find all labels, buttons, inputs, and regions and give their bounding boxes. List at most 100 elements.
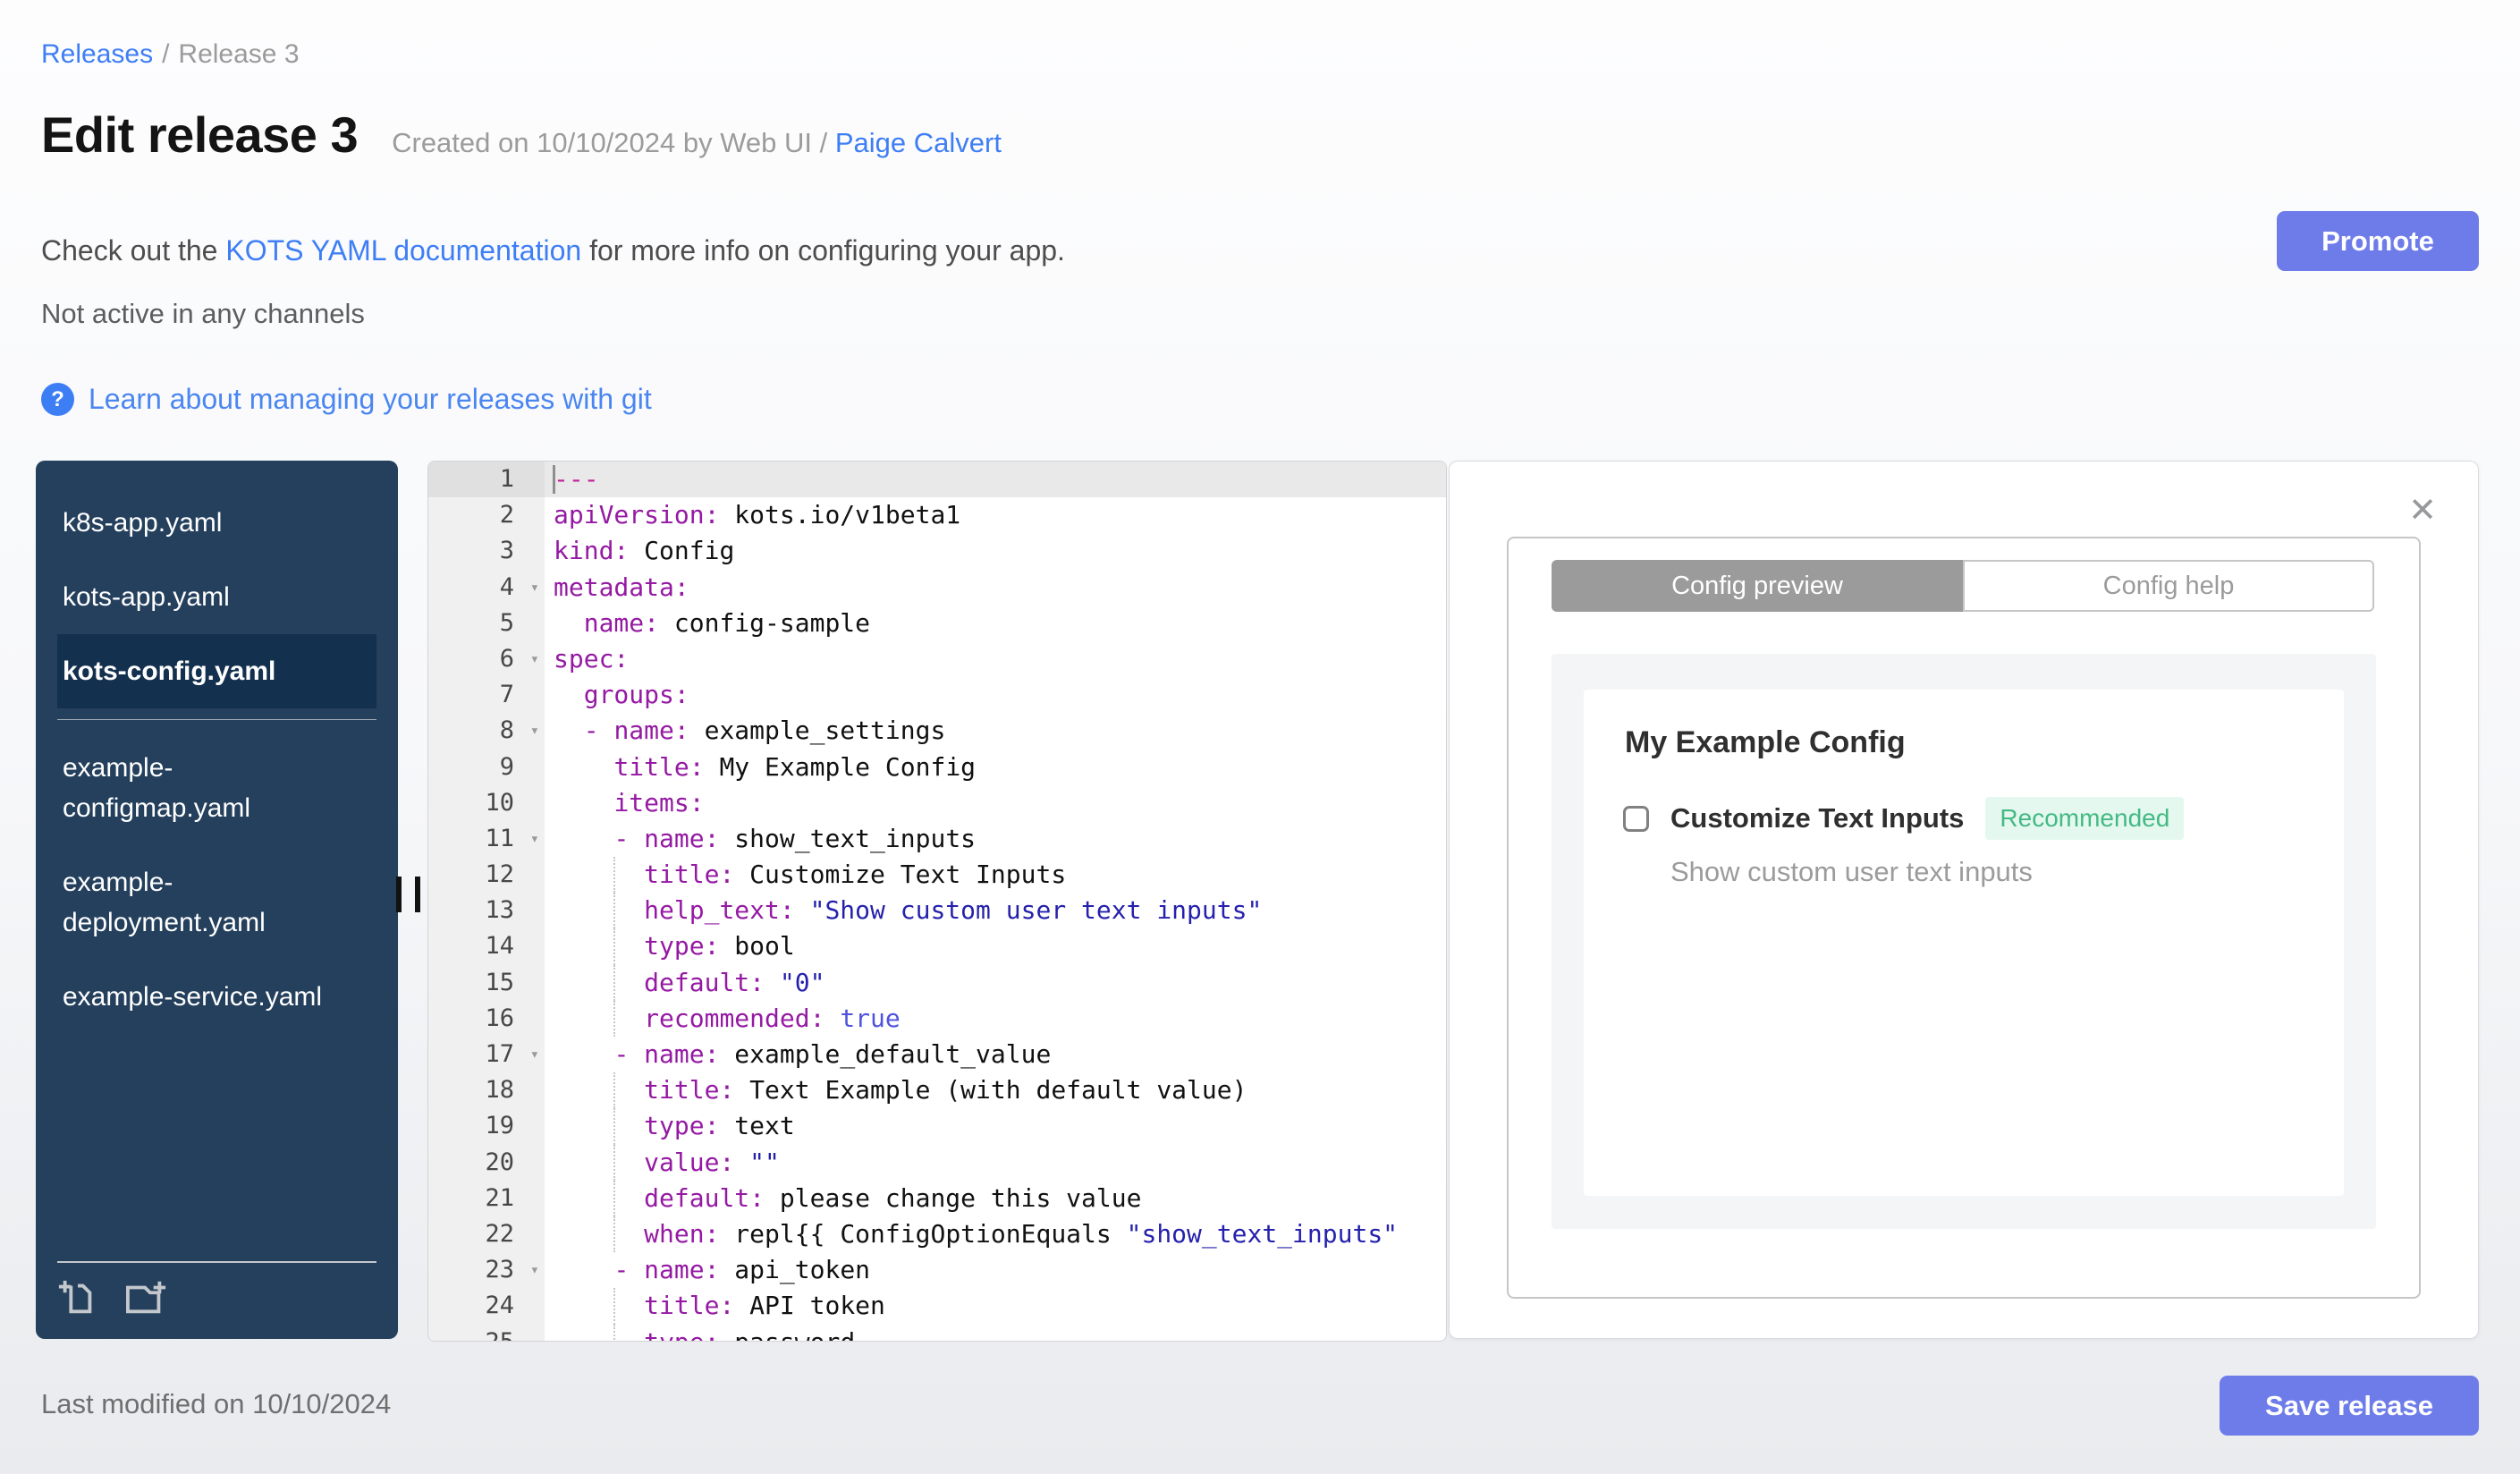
code-text: kind: Config (554, 536, 735, 566)
new-file-icon (57, 1280, 98, 1321)
code-line-2[interactable]: 2 apiVersion: kots.io/v1beta1 (428, 497, 1446, 534)
save-release-button[interactable]: Save release (2220, 1376, 2479, 1436)
sidebar-file-example-service.yaml[interactable]: example-service.yaml (57, 960, 376, 1034)
recommended-badge: Recommended (1985, 797, 2185, 840)
author-link[interactable]: Paige Calvert (835, 127, 1002, 158)
created-text: Created on 10/10/2024 by Web UI / (392, 127, 835, 158)
code-text: name: config-sample (583, 607, 871, 638)
config-preview-panel: ✕ Config preview Config help My Example C… (1449, 461, 2479, 1339)
code-text: default: please change this value (545, 1180, 1446, 1216)
new-file-button[interactable] (57, 1277, 98, 1321)
line-number: 8 ▾ (428, 713, 545, 750)
code-line-13[interactable]: 13 help_text: "Show custom user text inp… (428, 893, 1446, 929)
sidebar-file-kots-config.yaml[interactable]: kots-config.yaml (57, 634, 376, 708)
code-line-4[interactable]: 4 ▾ metadata: (428, 569, 1446, 606)
sidebar-file-k8s-app.yaml[interactable]: k8s-app.yaml (57, 486, 376, 560)
code-text: title: Text Example (with default value) (545, 1072, 1446, 1109)
line-number: 9 (428, 749, 545, 785)
config-group-title: My Example Config (1625, 725, 1906, 759)
sidebar-resize-handle[interactable] (396, 877, 420, 912)
code-line-20[interactable]: 20 value: "" (428, 1144, 1446, 1181)
code-line-23[interactable]: 23 ▾ - name: api_token (428, 1252, 1446, 1289)
code-line-14[interactable]: 14 type: bool (428, 928, 1446, 965)
breadcrumb-separator: / (162, 39, 170, 69)
line-number: 10 (428, 784, 545, 821)
fold-arrow-icon[interactable]: ▾ (530, 821, 539, 857)
customize-text-inputs-checkbox[interactable] (1623, 805, 1649, 832)
config-item-label: Customize Text Inputs (1670, 802, 1965, 834)
line-number: 25 (428, 1324, 545, 1341)
code-text: title: My Example Config (613, 751, 977, 782)
code-text: - name: api_token (613, 1255, 871, 1285)
git-help-link[interactable]: ? Learn about managing your releases wit… (41, 383, 652, 416)
fold-arrow-icon[interactable]: ▾ (530, 641, 539, 677)
last-modified: Last modified on 10/10/2024 (41, 1388, 392, 1419)
doc-text-after: for more info on configuring your app. (581, 234, 1065, 267)
line-number: 3 (428, 533, 545, 570)
config-item-row: Customize Text Inputs Recommended (1623, 797, 2185, 840)
code-line-1[interactable]: 1 --- (428, 462, 1446, 498)
fold-arrow-icon[interactable]: ▾ (530, 1037, 539, 1072)
line-number: 20 (428, 1144, 545, 1181)
fold-arrow-icon[interactable]: ▾ (530, 713, 539, 749)
sidebar-file-kots-app.yaml[interactable]: kots-app.yaml (57, 560, 376, 634)
code-line-19[interactable]: 19 type: text (428, 1108, 1446, 1145)
code-line-17[interactable]: 17 ▾ - name: example_default_value (428, 1037, 1446, 1073)
line-number: 15 (428, 964, 545, 1001)
code-line-9[interactable]: 9 title: My Example Config (428, 749, 1446, 785)
yaml-editor[interactable]: 1 --- 2 apiVersion: kots.io/v1beta1 3 kind: C… (427, 461, 1447, 1342)
code-text: recommended: true (545, 1000, 1446, 1037)
promote-button[interactable]: Promote (2277, 211, 2479, 271)
line-number: 16 (428, 1000, 545, 1037)
code-line-12[interactable]: 12 title: Customize Text Inputs (428, 857, 1446, 894)
line-number: 1 (428, 462, 545, 498)
sidebar-file-example-deployment.yaml[interactable]: example-deployment.yaml (57, 845, 376, 960)
code-line-21[interactable]: 21 default: please change this value (428, 1180, 1446, 1216)
line-number: 23 ▾ (428, 1252, 545, 1289)
fold-arrow-icon[interactable]: ▾ (530, 1252, 539, 1288)
text-cursor (553, 465, 555, 495)
code-line-8[interactable]: 8 ▾ - name: example_settings (428, 713, 1446, 750)
code-line-15[interactable]: 15 default: "0" (428, 964, 1446, 1001)
line-number: 18 (428, 1072, 545, 1109)
line-number: 6 ▾ (428, 640, 545, 678)
code-line-3[interactable]: 3 kind: Config (428, 533, 1446, 570)
code-line-22[interactable]: 22 when: repl{{ ConfigOptionEquals "show… (428, 1216, 1446, 1253)
code-line-16[interactable]: 16 recommended: true (428, 1000, 1446, 1037)
code-line-18[interactable]: 18 title: Text Example (with default val… (428, 1072, 1446, 1109)
doc-text-before: Check out the (41, 234, 226, 267)
kots-docs-link[interactable]: KOTS YAML documentation (225, 234, 581, 267)
code-line-24[interactable]: 24 title: API token (428, 1288, 1446, 1325)
code-text: when: repl{{ ConfigOptionEquals "show_te… (545, 1216, 1446, 1253)
code-line-10[interactable]: 10 items: (428, 784, 1446, 821)
git-help-link-text[interactable]: Learn about managing your releases with … (89, 383, 652, 416)
new-folder-button[interactable] (122, 1277, 172, 1321)
new-folder-icon (122, 1281, 172, 1321)
code-line-6[interactable]: 6 ▾ spec: (428, 640, 1446, 678)
breadcrumb-current: Release 3 (178, 39, 300, 69)
preview-tabbar: Config preview Config help (1552, 560, 2374, 612)
code-text: metadata: (554, 572, 689, 602)
code-line-11[interactable]: 11 ▾ - name: show_text_inputs (428, 820, 1446, 858)
breadcrumb: Releases / Release 3 (41, 39, 300, 70)
line-number: 21 (428, 1180, 545, 1216)
code-line-5[interactable]: 5 name: config-sample (428, 605, 1446, 641)
sidebar-file-example-configmap.yaml[interactable]: example-configmap.yaml (57, 731, 376, 845)
code-text: - name: example_settings (583, 716, 946, 746)
tab-config-preview[interactable]: Config preview (1552, 560, 1963, 612)
line-number: 22 (428, 1216, 545, 1253)
page-title: Edit release 3 (41, 106, 359, 163)
config-group-card: My Example Config Customize Text Inputs … (1584, 690, 2344, 1196)
code-text: title: Customize Text Inputs (545, 857, 1446, 894)
code-text: items: (613, 787, 705, 817)
code-line-7[interactable]: 7 groups: (428, 677, 1446, 714)
sidebar-footer (57, 1261, 376, 1323)
tab-config-help[interactable]: Config help (1963, 560, 2374, 612)
fold-arrow-icon[interactable]: ▾ (530, 570, 539, 606)
line-number: 24 (428, 1288, 545, 1325)
close-icon[interactable]: ✕ (2408, 494, 2437, 528)
code-line-25[interactable]: 25 type: password (428, 1324, 1446, 1341)
line-number: 4 ▾ (428, 569, 545, 606)
breadcrumb-releases-link[interactable]: Releases (41, 39, 153, 69)
sidebar-divider (57, 719, 376, 720)
